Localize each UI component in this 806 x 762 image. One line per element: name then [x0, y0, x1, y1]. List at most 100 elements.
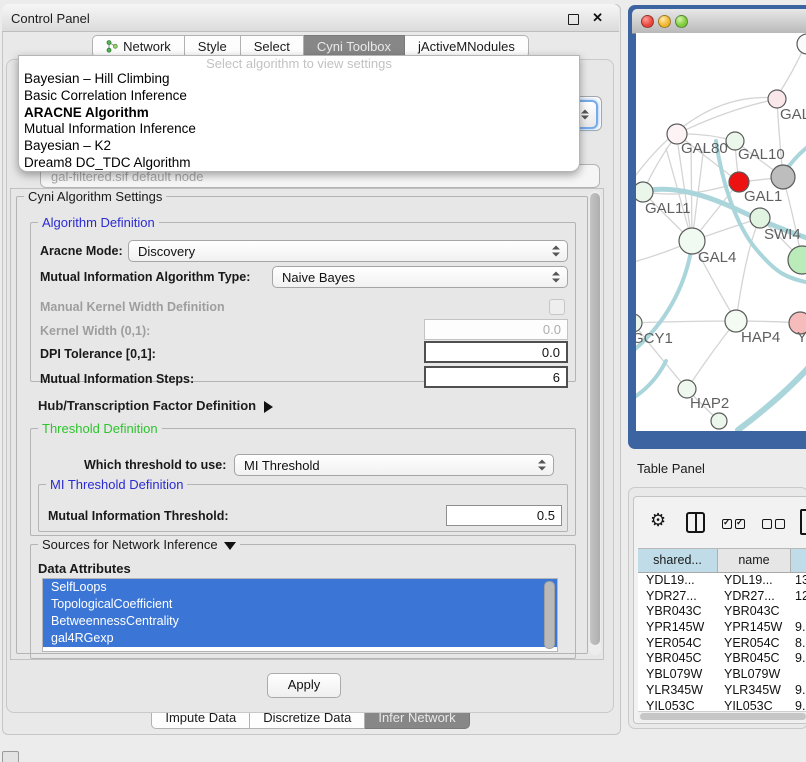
mi-algorithm-type-combo[interactable]: Naive Bayes	[272, 266, 568, 288]
table-row[interactable]: YIL053CYIL053C9.	[638, 699, 806, 712]
close-panel-icon[interactable]: ✕	[592, 10, 603, 26]
network-node[interactable]	[636, 182, 653, 202]
table-cell: YBL079W	[718, 667, 791, 683]
scrollbar-thumb[interactable]	[640, 713, 806, 720]
network-view-window: GALGAL80GAL10GAL1GAL11SWI4GAL4GCY1HAP4YH…	[628, 5, 806, 449]
combo-value: MI Threshold	[244, 458, 320, 473]
network-node[interactable]	[788, 246, 806, 274]
apply-button[interactable]: Apply	[267, 673, 341, 698]
scrollbar-thumb[interactable]	[590, 193, 600, 645]
minimize-window-icon[interactable]	[658, 15, 671, 28]
data-attributes-list[interactable]: SelfLoopsTopologicalCoefficientBetweenne…	[42, 578, 558, 652]
table-row[interactable]: YLR345WYLR345W9.	[638, 683, 806, 699]
float-window-icon[interactable]	[568, 14, 579, 25]
minimized-panel-icon[interactable]	[2, 751, 19, 762]
export-table-icon[interactable]	[800, 509, 806, 535]
table-row[interactable]: YBR045CYBR045C9.	[638, 651, 806, 667]
dpi-tolerance-input[interactable]: 0.0	[424, 341, 568, 363]
table-row[interactable]: YDL19...YDL19...13	[638, 573, 806, 589]
aracne-mode-label: Aracne Mode:	[40, 240, 123, 262]
dropdown-item-selected[interactable]: ARACNE Algorithm	[19, 105, 579, 122]
table-row[interactable]: YBL079WYBL079W	[638, 667, 806, 683]
network-node[interactable]	[771, 165, 795, 189]
mi-steps-input[interactable]: 6	[424, 366, 568, 388]
node-attribute-table[interactable]: shared... name YDL19...YDL19...13YDR27..…	[638, 548, 806, 711]
column-header[interactable]: shared...	[638, 549, 718, 572]
combo-arrows-icon	[552, 272, 560, 283]
table-row[interactable]: YPR145WYPR145W9.	[638, 620, 806, 636]
network-node[interactable]	[797, 34, 806, 54]
network-node[interactable]	[750, 208, 770, 228]
deselect-all-checks-icon[interactable]	[762, 516, 788, 534]
attribute-list-item[interactable]: gal4RGexp	[43, 630, 557, 647]
table-h-scrollbar[interactable]	[638, 711, 806, 722]
table-cell: YBR045C	[638, 651, 718, 667]
column-header[interactable]: name	[718, 549, 791, 572]
settings-scrollbar[interactable]	[589, 191, 601, 655]
table-cell: YER054C	[718, 636, 791, 652]
dpi-tolerance-label: DPI Tolerance [0,1]:	[40, 343, 156, 365]
table-cell: YIL053C	[638, 699, 718, 712]
table-row[interactable]: YDR27...YDR27...12	[638, 589, 806, 605]
hub-definition-expander[interactable]: Hub/Transcription Factor Definition	[38, 398, 273, 413]
node-label: GAL10	[738, 146, 785, 163]
attribute-list-item[interactable]: SelfLoops	[43, 579, 557, 596]
dropdown-item[interactable]: Mutual Information Inference	[19, 121, 579, 138]
attribute-list-item[interactable]: TopologicalCoefficient	[43, 596, 557, 613]
group-title: Sources for Network Inference	[38, 537, 240, 552]
dropdown-item[interactable]: Dream8 DC_TDC Algorithm	[19, 155, 579, 172]
group-title: Algorithm Definition	[38, 215, 159, 230]
table-panel-body: ⚙ shared... name YDL19...YDL19...13YDR27…	[633, 496, 806, 724]
dropdown-item[interactable]: Bayesian – Hill Climbing	[19, 71, 579, 88]
node-label: Y	[797, 329, 806, 346]
network-canvas[interactable]: GALGAL80GAL10GAL1GAL11SWI4GAL4GCY1HAP4YH…	[636, 33, 806, 431]
columns-icon[interactable]	[686, 512, 705, 533]
dropdown-placeholder: Select algorithm to view settings	[19, 57, 579, 71]
control-panel-titlebar[interactable]: Control Panel ✕	[2, 4, 619, 32]
table-cell: 8.	[791, 636, 806, 652]
gear-icon[interactable]: ⚙	[650, 511, 666, 529]
list-scrollbar[interactable]	[544, 581, 555, 649]
network-window-titlebar[interactable]	[632, 9, 806, 34]
table-cell: YLR345W	[718, 683, 791, 699]
mi-algorithm-type-label: Mutual Information Algorithm Type:	[40, 266, 250, 288]
node-label: SWI4	[764, 226, 801, 243]
node-label: HAP4	[741, 329, 780, 346]
node-label: GCY1	[636, 330, 673, 347]
network-node[interactable]	[711, 413, 727, 429]
input-value: 0.0	[542, 345, 560, 360]
table-cell: 9.	[791, 683, 806, 699]
table-panel-window: ⚙ shared... name YDL19...YDL19...13YDR27…	[628, 487, 806, 729]
attribute-list-item[interactable]: BetweennessCentrality	[43, 613, 557, 630]
mi-threshold-input[interactable]: 0.5	[446, 505, 562, 526]
column-header[interactable]	[791, 549, 806, 572]
table-cell: 9.	[791, 651, 806, 667]
collapse-arrow-icon	[224, 542, 236, 550]
table-cell	[791, 667, 806, 683]
table-cell: YER054C	[638, 636, 718, 652]
table-cell	[791, 604, 806, 620]
close-window-icon[interactable]	[641, 15, 654, 28]
dropdown-item[interactable]: Basic Correlation Inference	[19, 88, 579, 105]
input-value: 0.0	[543, 322, 561, 337]
table-cell: YIL053C	[718, 699, 791, 712]
table-row[interactable]: YBR043CYBR043C	[638, 604, 806, 620]
aracne-mode-combo[interactable]: Discovery	[128, 240, 568, 262]
table-cell: YLR345W	[638, 683, 718, 699]
manual-kernel-width-checkbox[interactable]	[549, 299, 565, 315]
table-cell: YBR043C	[638, 604, 718, 620]
table-cell: YDL19...	[718, 573, 791, 589]
table-row[interactable]: YER054CYER054C8.	[638, 636, 806, 652]
screen: Control Panel ✕ Network Style Select Cyn…	[0, 0, 806, 762]
which-threshold-combo[interactable]: MI Threshold	[234, 454, 554, 476]
input-value: 6	[553, 370, 560, 385]
table-cell: 12	[791, 589, 806, 605]
input-value: 0.5	[537, 508, 555, 523]
dropdown-item[interactable]: Bayesian – K2	[19, 138, 579, 155]
zoom-window-icon[interactable]	[675, 15, 688, 28]
select-all-checks-icon[interactable]	[722, 516, 748, 534]
table-cell: YBR045C	[718, 651, 791, 667]
table-cell: YBL079W	[638, 667, 718, 683]
kernel-width-input[interactable]: 0.0	[424, 319, 568, 340]
panel-title: Control Panel	[11, 11, 90, 26]
